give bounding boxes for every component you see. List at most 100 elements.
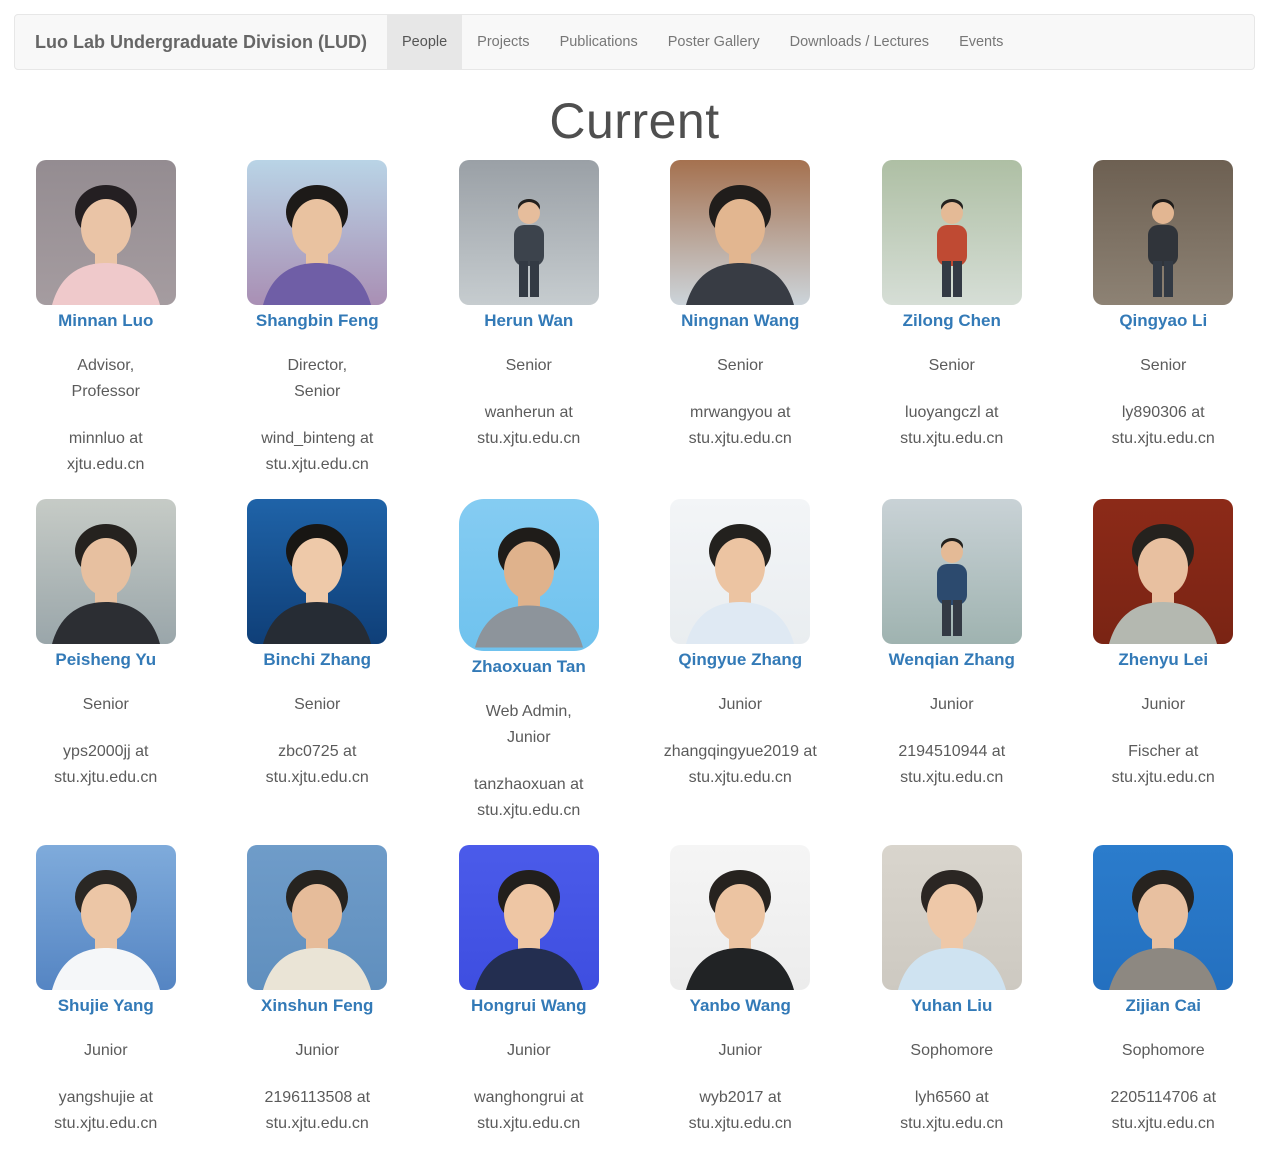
person-portrait-placeholder-icon <box>1093 845 1233 990</box>
person-name-link[interactable]: Zhenyu Lei <box>1118 650 1208 669</box>
person-name-link[interactable]: Zijian Cai <box>1125 996 1201 1015</box>
person-portrait-placeholder-icon <box>1093 499 1233 644</box>
person-portrait-placeholder-icon <box>247 499 387 644</box>
person-card: Zhenyu Lei Junior Fischer at stu.xjtu.ed… <box>1058 499 1269 824</box>
person-photo[interactable] <box>36 845 176 990</box>
person-role: Senior <box>10 692 202 718</box>
person-photo[interactable] <box>882 160 1022 305</box>
person-role: Junior <box>645 1038 837 1064</box>
person-name-link[interactable]: Qingyao Li <box>1119 311 1207 330</box>
person-photo[interactable] <box>882 845 1022 990</box>
person-photo[interactable] <box>1093 160 1233 305</box>
person-role: Junior <box>222 1038 414 1064</box>
person-role: Advisor, Professor <box>10 353 202 405</box>
person-card: Zilong Chen Senior luoyangczl at stu.xjt… <box>846 160 1058 478</box>
person-name-link[interactable]: Shujie Yang <box>58 996 154 1015</box>
person-photo[interactable] <box>1093 499 1233 644</box>
person-portrait-placeholder-icon <box>882 845 1022 990</box>
person-name-link[interactable]: Herun Wan <box>484 311 573 330</box>
person-name-link[interactable]: Ningnan Wang <box>681 311 799 330</box>
person-email: 2194510944 at stu.xjtu.edu.cn <box>856 739 1048 791</box>
person-card: Minnan Luo Advisor, Professor minnluo at… <box>0 160 212 478</box>
person-email: tanzhaoxuan at stu.xjtu.edu.cn <box>433 772 625 824</box>
person-photo[interactable] <box>247 160 387 305</box>
person-portrait-placeholder-icon <box>36 160 176 305</box>
person-photo[interactable] <box>459 160 599 305</box>
person-name-link[interactable]: Yuhan Liu <box>911 996 992 1015</box>
person-name-link[interactable]: Minnan Luo <box>58 311 153 330</box>
person-portrait-placeholder-icon <box>459 160 599 305</box>
person-email: wanghongrui at stu.xjtu.edu.cn <box>433 1085 625 1137</box>
nav-item-people[interactable]: People <box>387 15 462 69</box>
nav-item-publications[interactable]: Publications <box>545 15 653 69</box>
person-photo[interactable] <box>670 845 810 990</box>
person-name-link[interactable]: Hongrui Wang <box>471 996 587 1015</box>
person-email: lyh6560 at stu.xjtu.edu.cn <box>856 1085 1048 1137</box>
person-card: Herun Wan Senior wanherun at stu.xjtu.ed… <box>423 160 635 478</box>
person-name-link[interactable]: Shangbin Feng <box>256 311 379 330</box>
person-name-link[interactable]: Qingyue Zhang <box>678 650 802 669</box>
person-photo[interactable] <box>1093 845 1233 990</box>
person-photo[interactable] <box>459 845 599 990</box>
person-portrait-placeholder-icon <box>247 845 387 990</box>
person-photo[interactable] <box>882 499 1022 644</box>
person-portrait-placeholder-icon <box>1093 160 1233 305</box>
person-portrait-placeholder-icon <box>36 845 176 990</box>
person-portrait-placeholder-icon <box>670 160 810 305</box>
nav-item-projects[interactable]: Projects <box>462 15 544 69</box>
person-photo[interactable] <box>670 160 810 305</box>
person-role: Senior <box>222 692 414 718</box>
person-name-link[interactable]: Binchi Zhang <box>263 650 371 669</box>
person-photo[interactable] <box>247 845 387 990</box>
person-role: Senior <box>856 353 1048 379</box>
nav-item-events[interactable]: Events <box>944 15 1018 69</box>
person-photo[interactable] <box>670 499 810 644</box>
person-photo[interactable] <box>247 499 387 644</box>
person-email: ly890306 at stu.xjtu.edu.cn <box>1068 400 1260 452</box>
page-title: Current <box>0 92 1269 150</box>
site-brand[interactable]: Luo Lab Undergraduate Division (LUD) <box>15 32 387 53</box>
person-name-link[interactable]: Wenqian Zhang <box>889 650 1015 669</box>
person-portrait-placeholder-icon <box>882 160 1022 305</box>
person-email: luoyangczl at stu.xjtu.edu.cn <box>856 400 1048 452</box>
person-role: Senior <box>433 353 625 379</box>
person-card: Peisheng Yu Senior yps2000jj at stu.xjtu… <box>0 499 212 824</box>
person-card: Shujie Yang Junior yangshujie at stu.xjt… <box>0 845 212 1137</box>
person-role: Junior <box>433 1038 625 1064</box>
person-email: wind_binteng at stu.xjtu.edu.cn <box>222 426 414 478</box>
person-name-link[interactable]: Yanbo Wang <box>690 996 791 1015</box>
person-name-link[interactable]: Zilong Chen <box>903 311 1001 330</box>
person-card: Wenqian Zhang Junior 2194510944 at stu.x… <box>846 499 1058 824</box>
person-email: zhangqingyue2019 at stu.xjtu.edu.cn <box>645 739 837 791</box>
person-role: Junior <box>10 1038 202 1064</box>
person-name-link[interactable]: Xinshun Feng <box>261 996 373 1015</box>
person-card: Hongrui Wang Junior wanghongrui at stu.x… <box>423 845 635 1137</box>
person-email: zbc0725 at stu.xjtu.edu.cn <box>222 739 414 791</box>
person-portrait-placeholder-icon <box>670 499 810 644</box>
person-photo[interactable] <box>36 499 176 644</box>
nav-menu: PeopleProjectsPublicationsPoster Gallery… <box>387 15 1018 69</box>
person-role: Director, Senior <box>222 353 414 405</box>
person-card: Yanbo Wang Junior wyb2017 at stu.xjtu.ed… <box>635 845 847 1137</box>
person-name-link[interactable]: Zhaoxuan Tan <box>472 657 586 676</box>
person-portrait-placeholder-icon <box>670 845 810 990</box>
person-portrait-placeholder-icon <box>459 499 599 651</box>
nav-item-poster-gallery[interactable]: Poster Gallery <box>653 15 775 69</box>
person-portrait-placeholder-icon <box>882 499 1022 644</box>
person-role: Sophomore <box>856 1038 1048 1064</box>
person-card: Qingyue Zhang Junior zhangqingyue2019 at… <box>635 499 847 824</box>
person-photo[interactable] <box>459 499 599 651</box>
person-email: wanherun at stu.xjtu.edu.cn <box>433 400 625 452</box>
person-name-link[interactable]: Peisheng Yu <box>55 650 156 669</box>
person-card: Xinshun Feng Junior 2196113508 at stu.xj… <box>212 845 424 1137</box>
person-portrait-placeholder-icon <box>36 499 176 644</box>
person-card: Ningnan Wang Senior mrwangyou at stu.xjt… <box>635 160 847 478</box>
person-card: Zijian Cai Sophomore 2205114706 at stu.x… <box>1058 845 1269 1137</box>
navbar: Luo Lab Undergraduate Division (LUD) Peo… <box>14 14 1255 70</box>
person-role: Sophomore <box>1068 1038 1260 1064</box>
person-card: Binchi Zhang Senior zbc0725 at stu.xjtu.… <box>212 499 424 824</box>
nav-item-downloads-lectures[interactable]: Downloads / Lectures <box>775 15 944 69</box>
person-email: yps2000jj at stu.xjtu.edu.cn <box>10 739 202 791</box>
person-card: Yuhan Liu Sophomore lyh6560 at stu.xjtu.… <box>846 845 1058 1137</box>
person-photo[interactable] <box>36 160 176 305</box>
